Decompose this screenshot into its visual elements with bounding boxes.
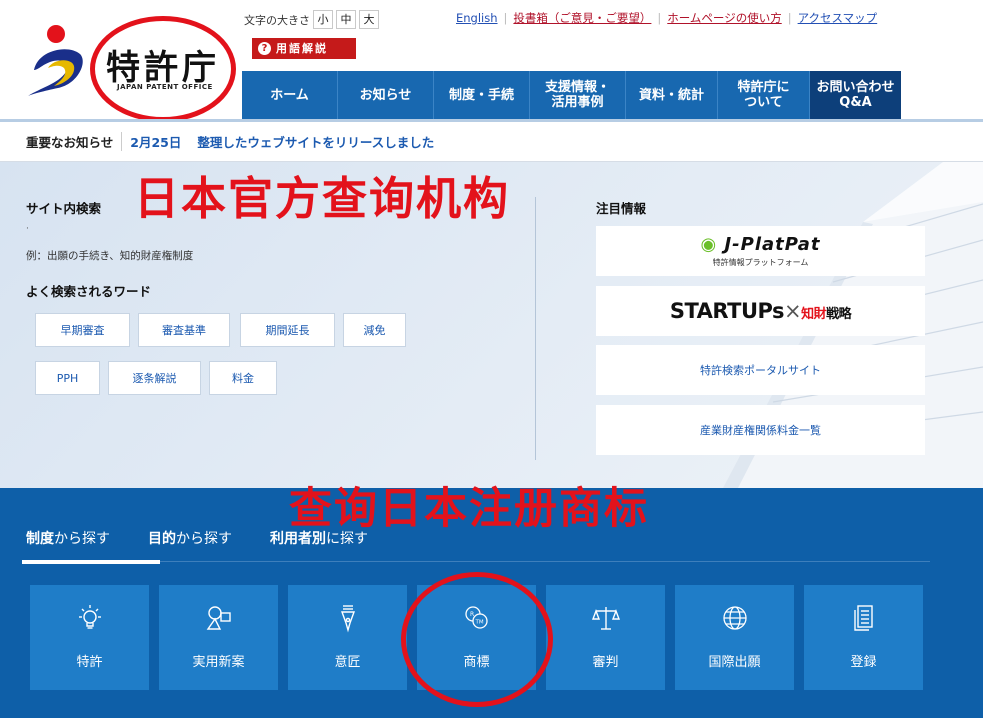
- popular-words-title: よく検索されるワード: [26, 284, 152, 299]
- access-map-link[interactable]: アクセスマップ: [798, 10, 878, 26]
- glossary-button[interactable]: ? 用語解説: [252, 38, 356, 59]
- notice-label: 重要なお知らせ: [26, 132, 123, 151]
- font-size-label: 文字の大きさ: [244, 13, 310, 27]
- keyword-extension[interactable]: 期間延長: [240, 313, 335, 347]
- question-icon: ?: [258, 42, 271, 55]
- tile-label: 特許: [76, 655, 103, 670]
- global-nav: ホーム お知らせ 制度・手続 支援情報・ 活用事例 資料・統計 特許庁に ついて…: [242, 71, 901, 119]
- annotation-top-text: 日本官方查询机构: [134, 172, 511, 225]
- site-header: 特許庁 JAPAN PATENT OFFICE 文字の大きさ 小 中 大 ? 用…: [0, 0, 983, 122]
- nav-about[interactable]: 特許庁に ついて: [718, 71, 810, 119]
- jplatpat-subtitle: 特許情報プラットフォーム: [712, 258, 809, 267]
- keyword-exam-standards[interactable]: 審査基準: [138, 313, 230, 347]
- utility-links: English | 投書箱（ご意見・ご要望） | ホームページの使い方 | アク…: [456, 10, 878, 26]
- font-size-small-button[interactable]: 小: [313, 10, 333, 29]
- font-size-switcher: 文字の大きさ 小 中 大: [244, 10, 379, 29]
- site-usage-link[interactable]: ホームページの使い方: [667, 10, 781, 26]
- font-size-large-button[interactable]: 大: [359, 10, 379, 29]
- fees-list-banner[interactable]: 産業財産権関係料金一覧: [596, 405, 925, 455]
- lightbulb-icon: [78, 605, 101, 629]
- tile-label: 意匠: [334, 655, 361, 670]
- important-notice: 重要なお知らせ 2月25日 整理したウェブサイトをリリースしました: [0, 122, 983, 162]
- tile-patent[interactable]: 特許: [30, 585, 149, 690]
- keyword-fees[interactable]: 料金: [209, 361, 277, 395]
- tile-registration[interactable]: 登録: [804, 585, 923, 690]
- notice-date: 2月25日: [130, 135, 182, 150]
- feedback-link[interactable]: 投書箱（ご意見・ご要望）: [513, 10, 651, 26]
- jplatpat-banner[interactable]: ◉ J-PlatPat 特許情報プラットフォーム: [596, 226, 925, 276]
- annotation-bottom-text: 查询日本注册商标: [289, 484, 649, 534]
- annotation-circle-trademark: [401, 572, 553, 707]
- jplatpat-swirl-icon: ◉: [700, 234, 718, 255]
- english-link[interactable]: English: [456, 11, 498, 25]
- tile-label: 登録: [850, 655, 877, 670]
- globe-icon: [722, 606, 747, 630]
- document-icon: [853, 605, 873, 631]
- patent-portal-banner[interactable]: 特許検索ポータルサイト: [596, 345, 925, 395]
- glossary-label: 用語解説: [276, 42, 328, 55]
- tab-by-purpose[interactable]: 目的から探す: [148, 528, 232, 548]
- jplatpat-logo: ◉ J-PlatPat: [700, 234, 821, 255]
- tab-active-indicator: [22, 560, 160, 564]
- tab-by-user[interactable]: 利用者別に探す: [270, 528, 368, 548]
- keyword-early-exam[interactable]: 早期審査: [35, 313, 130, 347]
- scales-icon: [591, 607, 620, 630]
- nav-procedures[interactable]: 制度・手続: [434, 71, 530, 119]
- tile-design[interactable]: 意匠: [288, 585, 407, 690]
- pen-nib-icon: [340, 605, 355, 633]
- nav-statistics[interactable]: 資料・統計: [626, 71, 718, 119]
- tile-label: 審判: [592, 655, 619, 670]
- search-divider: [535, 197, 536, 460]
- jpo-logo-icon[interactable]: [28, 24, 88, 98]
- search-example: 例：出願の手続き、知的財産権制度: [26, 250, 194, 262]
- nav-contact[interactable]: お問い合わせ Q&A: [810, 71, 901, 119]
- notice-link[interactable]: 整理したウェブサイトをリリースしました: [197, 132, 434, 151]
- nav-home[interactable]: ホーム: [242, 71, 338, 119]
- startups-banner[interactable]: STARTUPs×知財戦略: [596, 286, 925, 336]
- featured-title: 注目情報: [596, 201, 647, 216]
- tab-by-system[interactable]: 制度から探す: [26, 528, 110, 548]
- keyword-commentary[interactable]: 逐条解説: [108, 361, 201, 395]
- tile-international[interactable]: 国際出願: [675, 585, 794, 690]
- nav-news[interactable]: お知らせ: [338, 71, 434, 119]
- tile-utility-model[interactable]: 実用新案: [159, 585, 278, 690]
- nav-support[interactable]: 支援情報・ 活用事例: [530, 71, 626, 119]
- search-input-placeholder[interactable]: ·: [26, 224, 29, 234]
- annotation-circle-logo: [90, 16, 236, 122]
- tile-label: 実用新案: [192, 655, 245, 670]
- tile-appeal[interactable]: 審判: [546, 585, 665, 690]
- startups-logo: STARTUPs×知財戦略: [669, 299, 852, 323]
- keyword-pph[interactable]: PPH: [35, 361, 100, 395]
- tools-icon: [206, 606, 231, 630]
- font-size-medium-button[interactable]: 中: [336, 10, 356, 29]
- keyword-reduction[interactable]: 減免: [343, 313, 406, 347]
- browse-tabs: 制度から探す 目的から探す 利用者別に探す: [26, 528, 406, 548]
- tile-label: 国際出願: [708, 655, 761, 670]
- site-search-title: サイト内検索: [26, 201, 102, 216]
